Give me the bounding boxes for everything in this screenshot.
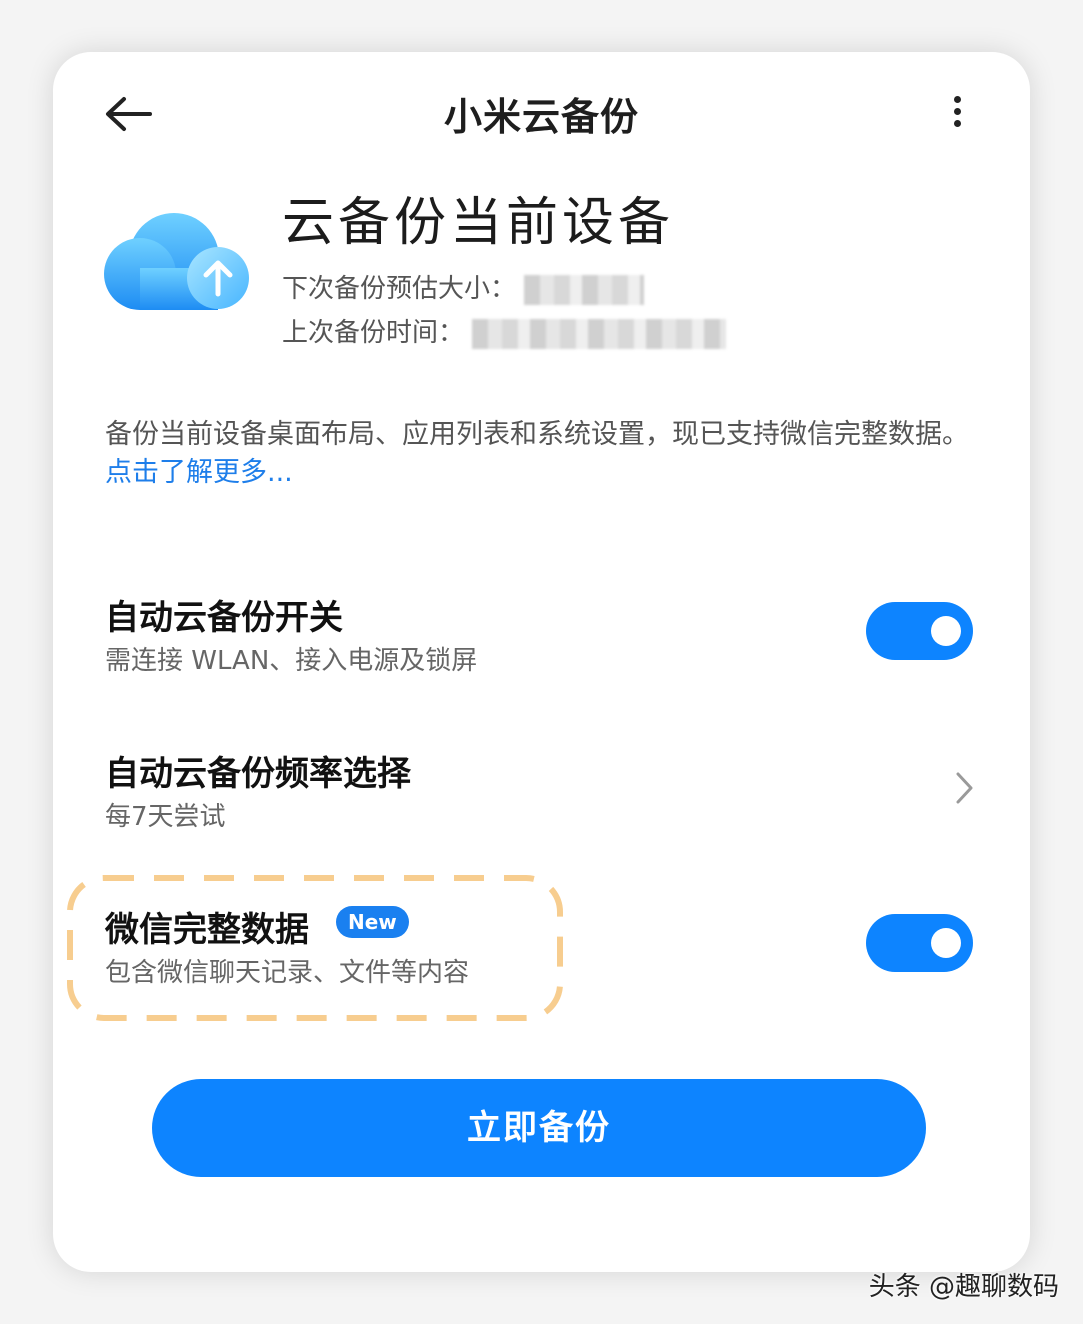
toggle-knob xyxy=(931,616,961,646)
description-text: 备份当前设备桌面布局、应用列表和系统设置，现已支持微信完整数据。 xyxy=(105,419,969,450)
frequency-title: 自动云备份频率选择 xyxy=(105,754,411,794)
next-size-label: 下次备份预估大小： xyxy=(282,274,517,304)
hero-title: 云备份当前设备 xyxy=(282,193,675,253)
blurred-time-value xyxy=(472,318,727,349)
description: 备份当前设备桌面布局、应用列表和系统设置，现已支持微信完整数据。点击了解更多..… xyxy=(105,416,985,492)
cloud-upload-icon xyxy=(104,213,249,310)
auto-backup-title: 自动云备份开关 xyxy=(105,598,343,638)
wechat-title: 微信完整数据 xyxy=(105,910,309,950)
blurred-size-value xyxy=(524,274,645,305)
learn-more-link[interactable]: 点击了解更多... xyxy=(105,457,293,488)
watermark: 头条 @趣聊数码 xyxy=(868,1272,1059,1302)
frequency-subtitle: 每7天尝试 xyxy=(105,802,226,832)
new-badge: New xyxy=(336,906,409,938)
last-time-row: 上次备份时间： xyxy=(282,312,727,349)
backup-now-button[interactable]: 立即备份 xyxy=(152,1079,926,1177)
more-vertical-icon xyxy=(942,96,972,127)
more-button[interactable] xyxy=(942,92,972,136)
toggle-knob xyxy=(931,928,961,958)
page-title: 小米云备份 xyxy=(443,95,639,139)
auto-backup-toggle[interactable] xyxy=(866,602,973,660)
next-size-row: 下次备份预估大小： xyxy=(282,268,645,305)
wechat-subtitle: 包含微信聊天记录、文件等内容 xyxy=(105,958,470,988)
wechat-toggle[interactable] xyxy=(866,914,973,972)
chevron-right-icon xyxy=(956,772,973,804)
auto-backup-subtitle: 需连接 WLAN、接入电源及锁屏 xyxy=(105,646,478,676)
last-time-label: 上次备份时间： xyxy=(282,318,465,348)
